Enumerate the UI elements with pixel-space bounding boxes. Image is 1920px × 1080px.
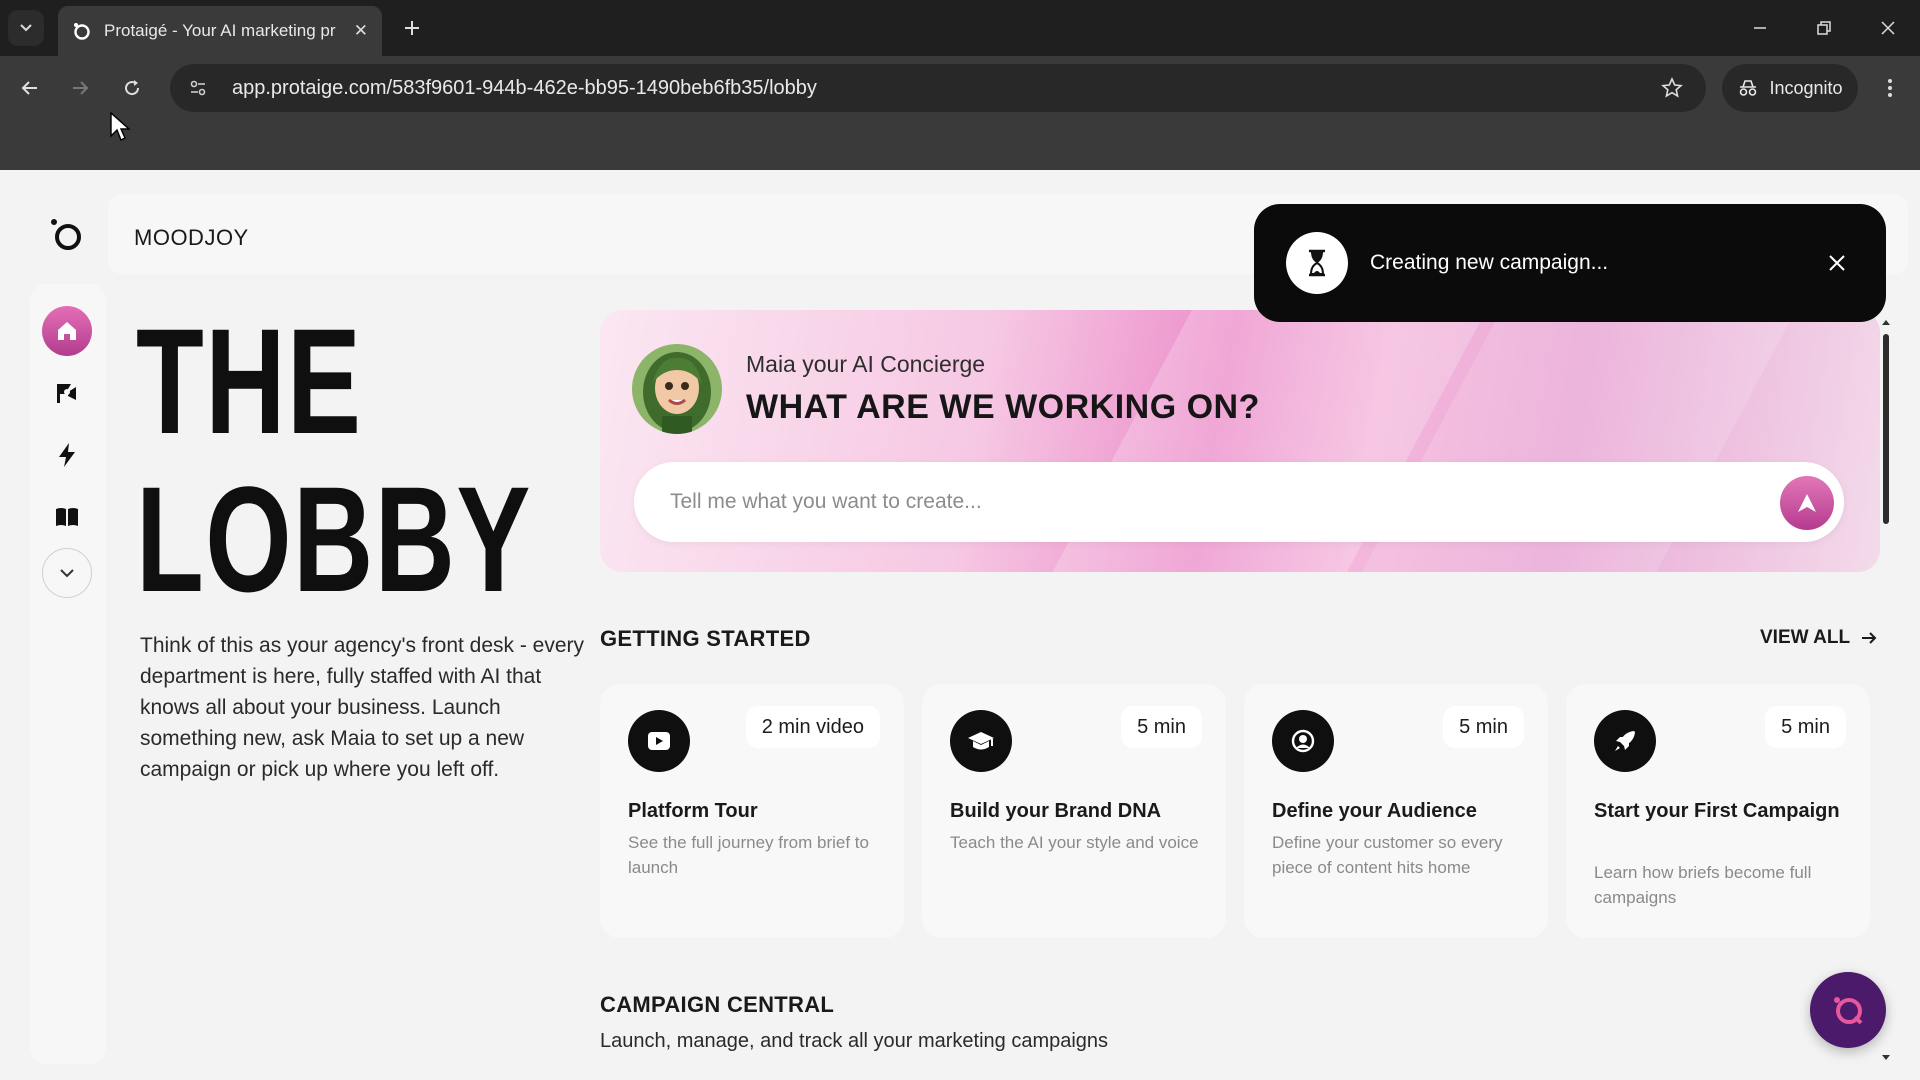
card-description: See the full journey from brief to launc… [628, 833, 869, 877]
minimize-button[interactable] [1740, 10, 1780, 46]
site-info-icon[interactable] [176, 66, 220, 110]
play-video-icon [648, 732, 670, 750]
toast-icon-wrap [1286, 232, 1348, 294]
arrow-right-icon [73, 81, 89, 95]
campaign-toast: Creating new campaign... [1254, 204, 1886, 322]
card-title: Platform Tour [628, 800, 758, 822]
workspace-brand-name[interactable]: MOODJOY [134, 225, 249, 251]
lightning-icon [59, 443, 75, 467]
arrow-left-icon [21, 81, 37, 95]
maia-avatar [632, 344, 722, 434]
bookmarks-strip [0, 120, 1920, 170]
page-description: Think of this as your agency's front des… [140, 634, 585, 781]
book-icon [56, 508, 78, 526]
browser-tab-bar: Protaigé - Your AI marketing pr ✕ [0, 0, 1920, 56]
getting-started-card-audience[interactable]: 5 min Define your Audience Define your c… [1244, 684, 1548, 938]
assistant-fab-button[interactable] [1810, 972, 1886, 1048]
getting-started-card-brand-dna[interactable]: 5 min Build your Brand DNA Teach the AI … [922, 684, 1226, 938]
nav-library[interactable] [42, 492, 92, 542]
campaign-central-subtitle: Launch, manage, and track all your marke… [600, 1030, 1109, 1052]
browser-menu-button[interactable] [1872, 70, 1908, 106]
tab-search-button[interactable] [8, 10, 44, 46]
plus-icon [405, 21, 419, 35]
protaige-logo-icon[interactable] [46, 214, 86, 254]
audience-target-icon [1291, 729, 1315, 753]
getting-started-title: GETTING STARTED [600, 626, 811, 651]
mouse-cursor-icon [110, 112, 130, 141]
card-duration-badge: 2 min video [745, 706, 880, 748]
toast-close-button[interactable] [1822, 248, 1852, 278]
home-icon [58, 322, 76, 340]
card-title: Start your First Campaign [1594, 800, 1840, 822]
chat-assistant-icon [1834, 997, 1863, 1025]
browser-tab-active[interactable]: Protaigé - Your AI marketing pr ✕ [58, 6, 382, 56]
card-icon-wrap [950, 710, 1012, 772]
card-title: Define your Audience [1272, 800, 1477, 822]
chevron-down-icon [20, 24, 32, 32]
card-description: Learn how briefs become full campaigns [1594, 863, 1812, 907]
address-bar[interactable]: app.protaige.com/583f9601-944b-462e-bb95… [170, 64, 1706, 112]
protaige-favicon-icon [74, 23, 90, 40]
restore-button[interactable] [1804, 10, 1844, 46]
concierge-prompt-input[interactable]: Tell me what you want to create... [634, 462, 1844, 542]
new-tab-button[interactable] [396, 12, 428, 44]
toast-message: Creating new campaign... [1370, 251, 1609, 274]
card-icon-wrap [1594, 710, 1656, 772]
nav-expand-button[interactable] [42, 548, 92, 598]
card-title: Build your Brand DNA [950, 800, 1162, 822]
nav-automations[interactable] [42, 430, 92, 480]
page-title: THE LOBBY [136, 302, 532, 618]
prompt-placeholder: Tell me what you want to create... [670, 490, 982, 513]
card-duration-badge: 5 min [1765, 706, 1846, 748]
getting-started-card-first-campaign[interactable]: 5 min Start your First Campaign Learn ho… [1566, 684, 1870, 938]
page-scrollbar[interactable] [1880, 318, 1892, 1062]
app-viewport: MOODJOY THE LOBBY Think of this as your … [0, 170, 1920, 1080]
graduation-cap-icon [968, 732, 994, 750]
close-icon [1881, 21, 1895, 35]
campaign-central-title: CAMPAIGN CENTRAL [600, 992, 835, 1017]
reload-icon [125, 80, 140, 96]
card-icon-wrap [1272, 710, 1334, 772]
tab-close-icon[interactable]: ✕ [354, 21, 368, 41]
url-text: app.protaige.com/583f9601-944b-462e-bb95… [232, 76, 817, 99]
incognito-icon [1740, 80, 1757, 96]
send-arrow-icon [1798, 494, 1816, 512]
card-description: Teach the AI your style and voice [950, 833, 1199, 852]
page-title-line-2: LOBBY [136, 455, 532, 623]
arrow-right-icon [1862, 632, 1877, 644]
tab-title: Protaigé - Your AI marketing pr [104, 21, 336, 40]
card-duration-badge: 5 min [1443, 706, 1524, 748]
restore-icon [1817, 21, 1831, 35]
back-button[interactable] [12, 70, 48, 106]
card-icon-wrap [628, 710, 690, 772]
incognito-label: Incognito [1769, 77, 1843, 98]
card-duration-badge: 5 min [1121, 706, 1202, 748]
concierge-heading: WHAT ARE WE WORKING ON? [746, 388, 1260, 426]
scroll-up-arrow-icon [1882, 320, 1890, 325]
view-all-link[interactable]: VIEW ALL [1760, 627, 1878, 649]
scroll-down-arrow-icon [1882, 1055, 1890, 1060]
concierge-label: Maia your AI Concierge [746, 351, 986, 377]
hourglass-icon [1309, 249, 1325, 277]
incognito-indicator[interactable]: Incognito [1722, 64, 1858, 112]
scrollbar-thumb[interactable] [1883, 334, 1889, 524]
card-description: Define your customer so every piece of c… [1272, 833, 1503, 877]
forward-button[interactable] [62, 70, 98, 106]
minimize-icon [1754, 27, 1766, 29]
view-all-label: VIEW ALL [1760, 627, 1851, 648]
bookmark-star-icon[interactable] [1650, 66, 1694, 110]
send-prompt-button[interactable] [1780, 476, 1834, 530]
nav-campaigns[interactable] [42, 368, 92, 418]
kebab-menu-icon [1888, 79, 1892, 97]
page-title-line-1: THE [136, 297, 363, 465]
close-window-button[interactable] [1868, 10, 1908, 46]
browser-toolbar: app.protaige.com/583f9601-944b-462e-bb95… [0, 56, 1920, 120]
reload-button[interactable] [114, 70, 150, 106]
chevron-down-icon [60, 569, 74, 578]
rocket-icon [1615, 731, 1635, 751]
campaign-flag-icon [57, 384, 76, 403]
close-icon [1829, 255, 1845, 271]
getting-started-card-platform-tour[interactable]: 2 min video Platform Tour See the full j… [600, 684, 904, 938]
nav-home[interactable] [42, 306, 92, 356]
